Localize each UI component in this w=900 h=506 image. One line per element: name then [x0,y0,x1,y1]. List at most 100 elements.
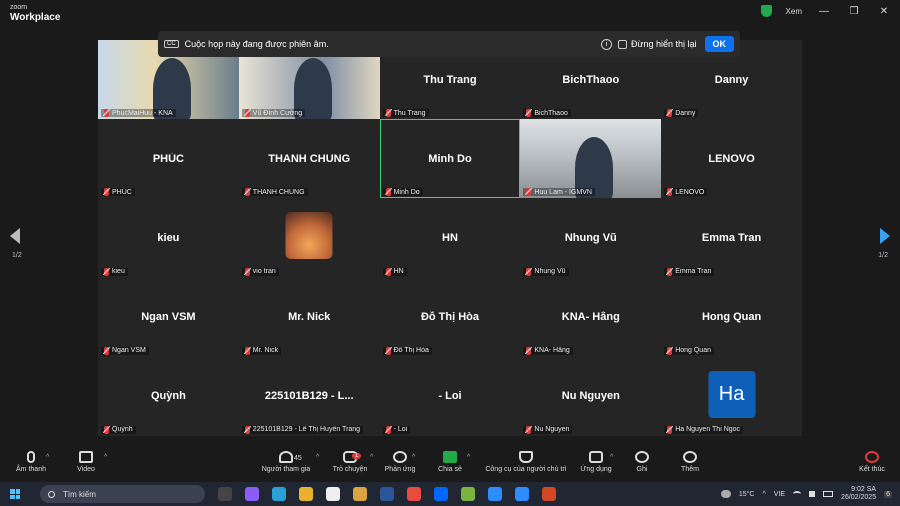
participant-display-name: Nhung Vũ [564,231,617,244]
record-icon [635,451,649,463]
participant-label-text: HN [393,268,404,276]
participant-name-label: Quỳnh [101,425,136,434]
more-button[interactable]: Thêm [678,451,702,473]
participant-tile[interactable]: Ngan VSM Ngan VSM [98,277,239,357]
participant-tile[interactable]: 225101B129 - L... 225101B129 - Lê Thị Huy… [238,356,380,436]
weather-icon[interactable] [720,490,731,498]
participant-tile[interactable]: Minh Do Minh Do [379,119,521,199]
end-meeting-button[interactable]: Kết thúc [856,451,888,473]
participant-label-text: Nhung Vũ [534,268,566,276]
participant-tile[interactable]: Nhung Vũ Nhung Vũ [520,198,662,278]
participant-tile[interactable]: - Loi - Loi [379,356,521,436]
record-button[interactable]: Ghi [632,451,652,473]
participant-tile[interactable]: LENOVO LENOVO [661,119,802,199]
previous-page-icon[interactable] [10,228,20,244]
participant-label-text: Đỗ Thị Hòa [393,347,429,355]
participants-button[interactable]: Người tham gia [258,451,314,473]
dont-show-label[interactable]: Đừng hiển thị lại [631,39,697,49]
wifi-icon[interactable] [793,491,802,497]
minimize-button[interactable]: — [816,6,832,17]
copilot-icon[interactable] [245,487,259,501]
participant-avatar: Ha [708,370,756,418]
audio-options-chevron-icon[interactable]: ^ [46,454,49,461]
participant-display-name: Đỗ Thị Hòa [420,311,480,324]
powerpoint-icon[interactable] [542,487,556,501]
notification-count[interactable]: 6 [884,490,892,498]
share-button[interactable]: Chia sẻ [437,451,463,473]
restore-button[interactable]: ❐ [846,6,862,17]
page-indicator-right: 1/2 [878,252,888,259]
heart-icon [393,451,407,463]
ok-button[interactable]: OK [704,36,734,52]
participant-tile[interactable]: Quỳnh Quỳnh [98,356,239,436]
close-button[interactable]: ✕ [876,6,892,17]
participant-display-name: Quỳnh [150,390,186,403]
participant-tile[interactable]: Ha Ha Nguyen Thi Ngoc [661,356,802,436]
chat-options-chevron-icon[interactable]: ^ [370,454,373,461]
next-page-icon[interactable] [880,228,890,244]
participant-tile[interactable]: HN HN [379,198,521,278]
task-view-icon[interactable] [218,487,232,501]
participant-tile[interactable]: THANH CHUNG THANH CHUNG [238,119,380,199]
muted-mic-icon [104,188,109,197]
info-icon[interactable]: i [600,38,612,50]
share-options-chevron-icon[interactable]: ^ [467,454,470,461]
view-button[interactable]: Xem [786,7,802,16]
participant-display-name: THANH CHUNG [268,152,351,165]
zoom-meeting-taskbar-icon[interactable] [515,487,529,501]
participant-label-text: Minh Do [393,188,420,196]
amazon-icon[interactable] [326,487,340,501]
participant-tile[interactable]: kieu kieu [98,198,239,278]
apps-button[interactable]: Ứng dụng [578,451,614,473]
dont-show-checkbox[interactable] [617,39,627,49]
word-icon[interactable] [380,487,394,501]
participant-name-label: Nhung Vũ [523,267,569,276]
participants-options-chevron-icon[interactable]: ^ [316,454,319,461]
participant-tile[interactable]: Đỗ Thị Hòa Đỗ Thị Hòa [379,277,521,357]
chevron-up-icon[interactable]: ^ [762,491,765,498]
participant-tile[interactable]: Mr. Nick Mr. Nick [238,277,380,357]
participant-tile[interactable]: KNA- Hằng KNA- Hằng [520,277,662,357]
folder-icon[interactable] [353,487,367,501]
participant-label-text: LENOVO [675,188,705,196]
closed-caption-icon: CC [164,40,179,48]
participant-name-label: Ngan VSM [101,346,149,355]
host-tools-button[interactable]: Công cụ của người chủ trì [483,451,569,473]
muted-mic-icon [244,188,250,197]
participant-tile[interactable]: Emma Tran Emma Tran [661,198,802,278]
zoom-taskbar-icon[interactable] [488,487,502,501]
muted-mic-icon [526,267,532,276]
apps-options-chevron-icon[interactable]: ^ [610,454,613,461]
temperature[interactable]: 15°C [739,491,755,498]
share-screen-icon [443,451,457,463]
edge-icon[interactable] [272,487,286,501]
windows-start-icon[interactable] [10,489,20,499]
participant-tile[interactable]: Nu Nguyen Nu Nguyen [520,356,662,436]
muted-mic-icon [526,425,532,434]
chat-button[interactable]: 1 Trò chuyện [330,451,370,473]
zalo-icon[interactable] [434,487,448,501]
clock[interactable]: 9:02 SA 26/02/2025 [841,486,876,502]
page-indicator-left: 1/2 [12,252,22,259]
security-shield-icon[interactable] [760,5,772,17]
file-explorer-icon[interactable] [299,487,313,501]
video-options-chevron-icon[interactable]: ^ [104,454,107,461]
microphone-icon [27,451,35,463]
app-icon[interactable] [461,487,475,501]
audio-button[interactable]: Âm thanh [14,451,48,473]
participant-tile[interactable]: Hong Quan Hong Quan [661,277,802,357]
react-options-chevron-icon[interactable]: ^ [412,454,415,461]
volume-icon[interactable] [809,491,816,497]
language-indicator[interactable]: VIE [774,491,785,498]
video-button[interactable]: Video [74,451,98,473]
participant-display-name: PHÚC [152,152,184,165]
participant-tile[interactable]: PHÚC PHÚC [98,119,239,199]
taskbar-search[interactable]: Tìm kiếm [40,485,205,503]
muted-mic-icon [104,346,109,355]
participant-display-name: Thu Trang [423,73,477,86]
participants-count: 45 [294,455,302,462]
participant-tile[interactable]: Huu Lam - IGMVN [520,119,662,199]
battery-icon[interactable] [823,491,834,497]
chrome-icon[interactable] [407,487,421,501]
participant-tile[interactable]: vio tran [238,198,380,278]
